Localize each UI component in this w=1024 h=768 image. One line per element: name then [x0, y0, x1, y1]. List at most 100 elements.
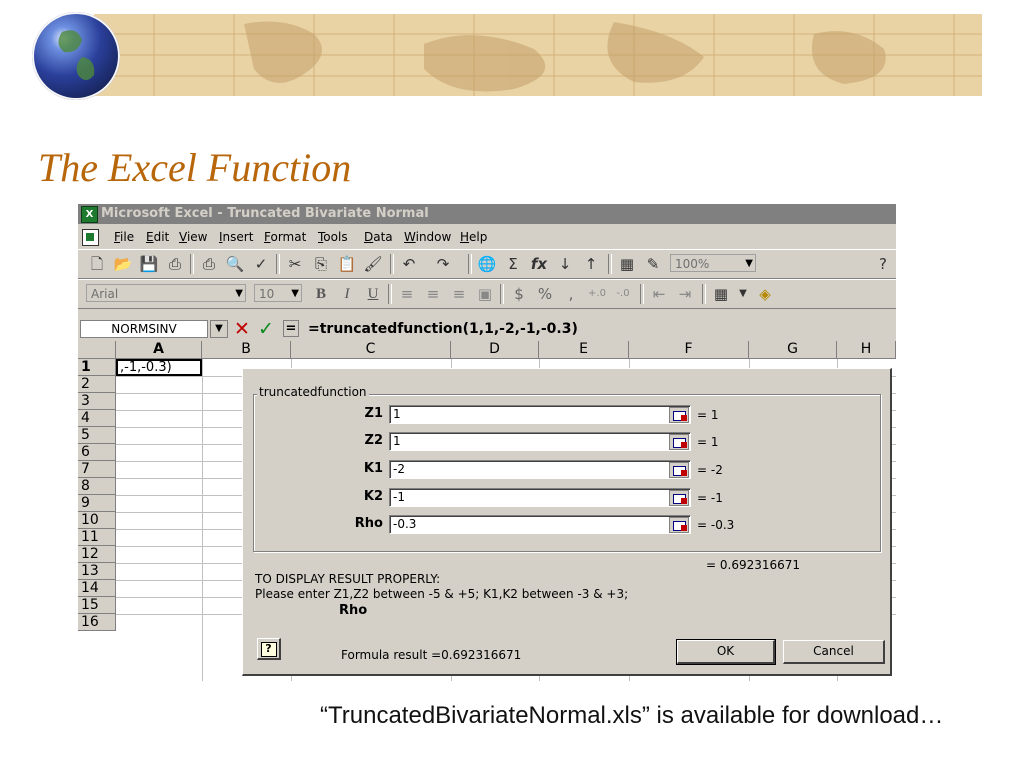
arg-input-z1[interactable]: 1 — [389, 405, 691, 424]
select-all-corner[interactable] — [78, 341, 116, 359]
row-header[interactable]: 14 — [78, 580, 116, 597]
edit-formula-button[interactable]: = — [283, 320, 299, 337]
hyperlink-icon[interactable]: 🌐 — [476, 254, 498, 274]
underline-icon[interactable]: U — [362, 284, 384, 304]
help-button[interactable]: ? — [257, 638, 281, 660]
row-header[interactable]: 13 — [78, 563, 116, 580]
menu-view[interactable]: View — [179, 230, 207, 244]
column-header-c[interactable]: C — [291, 341, 451, 359]
enter-icon[interactable]: ✓ — [258, 318, 274, 340]
decrease-indent-icon[interactable]: ⇤ — [648, 284, 670, 304]
column-header-f[interactable]: F — [629, 341, 749, 359]
merge-center-icon[interactable]: ▣ — [474, 284, 496, 304]
collapse-dialog-icon[interactable] — [669, 490, 689, 506]
undo-icon[interactable]: ↶ — [398, 254, 420, 274]
align-center-icon[interactable]: ≡ — [422, 284, 444, 304]
row-header[interactable]: 12 — [78, 546, 116, 563]
chart-wizard-icon[interactable]: ▦ — [616, 254, 638, 274]
row-header[interactable]: 5 — [78, 427, 116, 444]
currency-icon[interactable]: $ — [508, 284, 530, 304]
arg-input-k1[interactable]: -2 — [389, 460, 691, 479]
arg-input-rho[interactable]: -0.3 — [389, 515, 691, 534]
column-header-a[interactable]: A — [116, 341, 202, 359]
increase-indent-icon[interactable]: ⇥ — [674, 284, 696, 304]
chevron-down-icon[interactable]: ▼ — [745, 255, 753, 273]
row-header[interactable]: 11 — [78, 529, 116, 546]
print-icon[interactable]: ⎙ — [198, 254, 220, 274]
menu-edit[interactable]: Edit — [146, 230, 169, 244]
paste-function-icon[interactable]: fx — [528, 254, 550, 274]
chevron-down-icon[interactable]: ▼ — [291, 285, 299, 303]
align-left-icon[interactable]: ≡ — [396, 284, 418, 304]
borders-icon[interactable]: ▦ — [710, 284, 732, 304]
formula-input[interactable]: =truncatedfunction(1,1,-2,-1,-0.3) — [308, 321, 578, 337]
office-assistant-icon[interactable]: ? — [872, 254, 894, 274]
menu-data[interactable]: Data — [364, 230, 393, 244]
arg-input-k2[interactable]: -1 — [389, 488, 691, 507]
cell-a1[interactable]: ,-1,-0.3) — [116, 359, 202, 376]
menu-format[interactable]: Format — [264, 230, 306, 244]
chevron-down-icon[interactable]: ▼ — [210, 320, 228, 338]
comma-style-icon[interactable]: , — [560, 284, 582, 304]
menu-insert[interactable]: Insert — [219, 230, 253, 244]
row-header[interactable]: 15 — [78, 597, 116, 614]
collapse-dialog-icon[interactable] — [669, 462, 689, 478]
copy-icon[interactable]: ⎘ — [310, 254, 332, 274]
percent-icon[interactable]: % — [534, 284, 556, 304]
cancel-button[interactable]: Cancel — [783, 640, 885, 664]
collapse-dialog-icon[interactable] — [669, 517, 689, 533]
sort-ascending-icon[interactable]: ↓ — [554, 254, 576, 274]
name-box[interactable]: NORMSINV — [80, 320, 208, 338]
row-header[interactable]: 2 — [78, 376, 116, 393]
cancel-icon[interactable]: ✕ — [234, 318, 250, 340]
column-header-h[interactable]: H — [837, 341, 896, 359]
column-header-e[interactable]: E — [539, 341, 629, 359]
align-right-icon[interactable]: ≡ — [448, 284, 470, 304]
row-header[interactable]: 8 — [78, 478, 116, 495]
menu-window[interactable]: Window — [404, 230, 451, 244]
menu-help[interactable]: Help — [460, 230, 487, 244]
menu-file[interactable]: File — [114, 230, 134, 244]
autosum-icon[interactable]: Σ — [502, 254, 524, 274]
save-icon[interactable]: 💾 — [138, 254, 160, 274]
row-header[interactable]: 16 — [78, 614, 116, 631]
fill-color-icon[interactable]: ◈ — [754, 284, 776, 304]
zoom-select[interactable]: 100% ▼ — [670, 254, 756, 272]
chevron-down-icon[interactable]: ▼ — [732, 284, 754, 304]
workbook-icon[interactable] — [82, 229, 99, 246]
column-header-g[interactable]: G — [749, 341, 837, 359]
redo-icon[interactable]: ↷ — [432, 254, 454, 274]
cut-icon[interactable]: ✂ — [284, 254, 306, 274]
collapse-dialog-icon[interactable] — [669, 434, 689, 450]
ok-button[interactable]: OK — [676, 639, 776, 665]
row-header[interactable]: 1 — [78, 359, 116, 376]
paste-icon[interactable]: 📋 — [336, 254, 358, 274]
row-header[interactable]: 4 — [78, 410, 116, 427]
row-header[interactable]: 7 — [78, 461, 116, 478]
arg-input-z2[interactable]: 1 — [389, 432, 691, 451]
chevron-down-icon[interactable]: ▼ — [235, 285, 243, 303]
collapse-dialog-icon[interactable] — [669, 407, 689, 423]
font-size-select[interactable]: 10 ▼ — [254, 284, 302, 302]
column-header-d[interactable]: D — [451, 341, 539, 359]
open-icon[interactable]: 📂 — [112, 254, 134, 274]
excel-app-icon[interactable]: X — [81, 206, 98, 223]
print-preview-icon[interactable]: 🔍 — [224, 254, 246, 274]
window-titlebar[interactable]: X Microsoft Excel - Truncated Bivariate … — [78, 204, 896, 224]
mail-icon[interactable]: ⎙ — [164, 254, 186, 274]
bold-icon[interactable]: B — [310, 284, 332, 304]
spelling-icon[interactable]: ✓ — [250, 254, 272, 274]
format-painter-icon[interactable]: 🖌 — [362, 254, 384, 274]
row-header[interactable]: 9 — [78, 495, 116, 512]
italic-icon[interactable]: I — [336, 284, 358, 304]
increase-decimal-icon[interactable]: +.0 — [586, 284, 608, 304]
decrease-decimal-icon[interactable]: -.0 — [612, 284, 634, 304]
new-icon[interactable]: 🗋 — [86, 254, 108, 274]
drawing-icon[interactable]: ✎ — [642, 254, 664, 274]
row-header[interactable]: 3 — [78, 393, 116, 410]
row-header[interactable]: 6 — [78, 444, 116, 461]
sort-descending-icon[interactable]: ↑ — [580, 254, 602, 274]
font-name-select[interactable]: Arial ▼ — [86, 284, 246, 302]
row-header[interactable]: 10 — [78, 512, 116, 529]
menu-tools[interactable]: Tools — [318, 230, 348, 244]
